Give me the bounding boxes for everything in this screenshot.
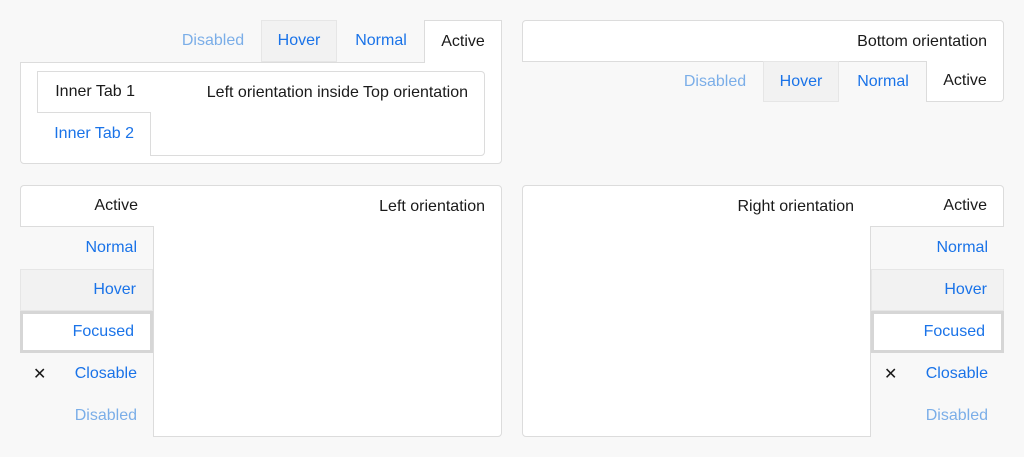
close-icon[interactable]: ✕ xyxy=(884,364,897,384)
tab-closable[interactable]: ✕ Closable xyxy=(871,353,1004,395)
right-content-label: Right orientation xyxy=(737,198,854,215)
bottom-orientation-group: Bottom orientation Disabled Hover Normal… xyxy=(522,20,1004,102)
tab-content-panel: Right orientation xyxy=(522,185,871,437)
tab-content-panel: Left orientation xyxy=(153,185,502,437)
tab-disabled: Disabled xyxy=(925,407,988,424)
tab-disabled: Disabled xyxy=(683,72,747,90)
tab-closable-label: Closable xyxy=(925,365,988,382)
tab-disabled: Disabled xyxy=(74,407,137,424)
left-orientation-group: Left orientation Active Normal Hover Foc… xyxy=(20,185,502,437)
tab-normal[interactable]: Normal xyxy=(20,227,153,269)
tab-active[interactable]: Active xyxy=(870,185,1004,227)
inner-content-label: Left orientation inside Top orientation xyxy=(206,84,468,101)
inner-tab-1[interactable]: Inner Tab 1 xyxy=(37,71,151,113)
tab-focused[interactable]: Focused xyxy=(871,311,1004,353)
top-orientation-group: Disabled Hover Normal Active Left orient… xyxy=(20,20,502,164)
tab-normal[interactable]: Normal xyxy=(840,61,926,102)
inner-tab-content-panel: Left orientation inside Top orientation xyxy=(150,71,485,156)
tab-content-panel: Bottom orientation xyxy=(522,20,1004,62)
tab-hover[interactable]: Hover xyxy=(871,269,1004,311)
bottom-content-label: Bottom orientation xyxy=(857,33,987,50)
tab-hover[interactable]: Hover xyxy=(261,20,337,62)
tab-active[interactable]: Active xyxy=(926,61,1004,102)
tab-closable[interactable]: ✕ Closable xyxy=(20,353,153,395)
left-content-label: Left orientation xyxy=(379,198,485,215)
tab-active[interactable]: Active xyxy=(424,20,502,63)
tab-hover[interactable]: Hover xyxy=(20,269,153,311)
tab-disabled: Disabled xyxy=(181,32,245,49)
close-icon[interactable]: ✕ xyxy=(33,364,46,384)
tab-focused[interactable]: Focused xyxy=(20,311,153,353)
right-orientation-group: Right orientation Active Normal Hover Fo… xyxy=(522,185,1004,437)
tab-content-panel: Left orientation inside Top orientation … xyxy=(20,62,502,164)
tab-hover[interactable]: Hover xyxy=(763,61,839,102)
tab-normal[interactable]: Normal xyxy=(871,227,1004,269)
tab-active[interactable]: Active xyxy=(20,185,154,227)
inner-tab-2[interactable]: Inner Tab 2 xyxy=(37,113,150,155)
tab-normal[interactable]: Normal xyxy=(338,20,424,62)
tab-closable-label: Closable xyxy=(74,365,137,382)
